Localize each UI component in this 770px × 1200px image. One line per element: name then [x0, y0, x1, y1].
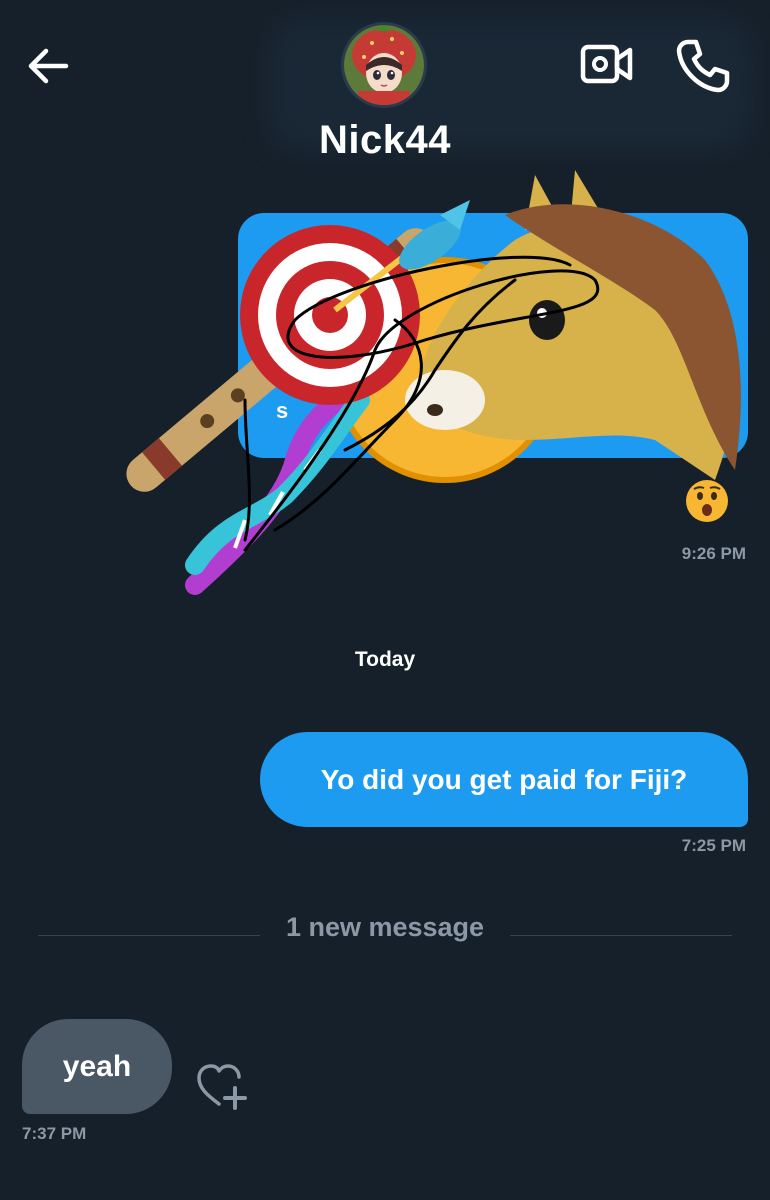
message-timestamp: 7:25 PM — [681, 836, 746, 855]
astonished-reaction-icon[interactable] — [684, 478, 730, 524]
react-button[interactable] — [195, 1062, 249, 1110]
message-timestamp: 7:37 PM — [22, 1124, 87, 1143]
divider-line — [510, 935, 732, 936]
new-messages-label: 1 new message — [285, 912, 485, 942]
message-timestamp: 9:26 PM — [681, 544, 746, 563]
divider-line — [38, 935, 260, 936]
outgoing-message-bubble[interactable]: Yo did you get paid for Fiji? — [260, 732, 748, 827]
arrow-left-icon — [28, 48, 69, 84]
day-separator: Today — [354, 648, 416, 671]
video-camera-icon — [580, 44, 633, 84]
avatar-image — [344, 25, 424, 105]
phone-icon — [676, 39, 730, 93]
contact-name[interactable]: Nick44 — [235, 118, 535, 163]
sticker-collage — [95, 170, 755, 610]
incoming-message-bubble[interactable]: yeah — [22, 1019, 172, 1114]
video-call-button[interactable] — [577, 38, 637, 92]
back-button[interactable] — [22, 40, 74, 92]
voice-call-button[interactable] — [672, 36, 732, 96]
avatar[interactable] — [344, 25, 424, 105]
heart-plus-icon — [197, 1064, 247, 1110]
